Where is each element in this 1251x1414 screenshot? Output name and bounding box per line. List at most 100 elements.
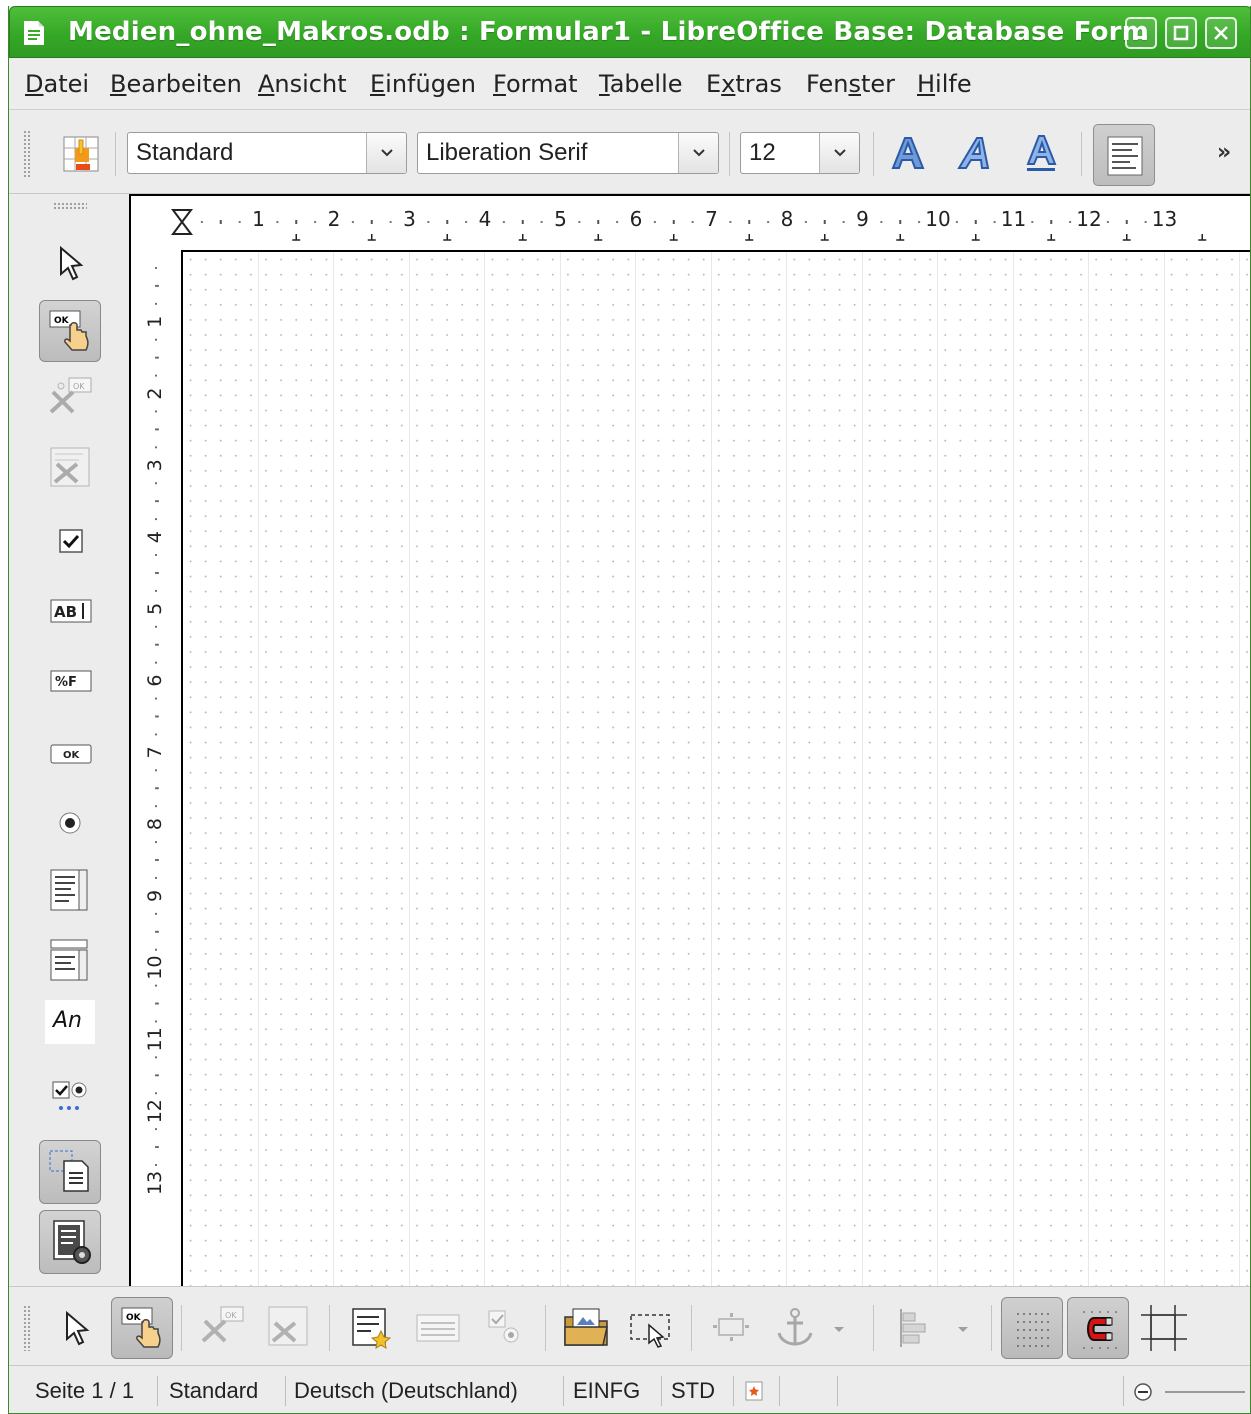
font-name-value: Liberation Serif <box>426 139 588 166</box>
ruler-tick <box>899 220 902 224</box>
horizontal-ruler[interactable]: 1 2 3 4 5 6 7 8 9 10 11 12 13 <box>131 196 1251 250</box>
menu-bearbeiten[interactable]: Bearbeiten <box>110 70 242 98</box>
menu-ansicht[interactable]: Ansicht <box>258 70 347 98</box>
underline-icon[interactable] <box>1019 132 1063 176</box>
chevron-down-icon[interactable] <box>678 133 718 173</box>
ruler-tick <box>155 571 159 574</box>
menu-einfuegen[interactable]: Einfügen <box>370 70 476 98</box>
minimize-icon[interactable] <box>1125 17 1157 49</box>
align-icon[interactable] <box>883 1297 945 1359</box>
anchor-icon[interactable] <box>765 1297 827 1359</box>
control-properties-icon[interactable]: OK <box>39 368 101 430</box>
more-controls-icon[interactable] <box>39 1064 101 1126</box>
ruler-tick <box>351 221 354 223</box>
menu-format[interactable]: Format <box>493 70 578 98</box>
toolbar-grip[interactable] <box>23 1305 31 1351</box>
align-left-icon[interactable] <box>1093 124 1155 186</box>
control-properties-icon[interactable]: OK <box>191 1297 253 1359</box>
ruler-tick <box>155 284 159 287</box>
tab-stop-marker <box>896 234 905 241</box>
toolbox-grip[interactable] <box>53 202 87 210</box>
document-modified-icon[interactable] <box>743 1380 765 1402</box>
toolbar-overflow-button[interactable]: » <box>1217 140 1231 165</box>
font-name-combo[interactable]: Liberation Serif <box>417 132 719 174</box>
menu-datei[interactable]: Datei <box>25 70 89 98</box>
form-properties-icon[interactable] <box>257 1297 319 1359</box>
status-style[interactable]: Standard <box>169 1378 258 1404</box>
menu-tabelle[interactable]: Tabelle <box>599 70 683 98</box>
status-selection-mode[interactable]: STD <box>671 1378 715 1404</box>
ruler-tick-label: 12 <box>1076 207 1101 231</box>
align-dropdown-icon[interactable] <box>953 1297 973 1359</box>
checkbox-icon[interactable] <box>39 510 101 572</box>
ruler-tick <box>155 1092 157 1095</box>
push-button-icon[interactable]: OK <box>39 722 101 784</box>
italic-icon[interactable] <box>953 132 997 176</box>
bold-icon[interactable] <box>885 132 929 176</box>
document-icon <box>22 20 46 46</box>
label-field-icon[interactable]: An <box>45 1000 95 1044</box>
ruler-tick <box>521 220 524 224</box>
ruler-tick <box>842 221 845 223</box>
ruler-tick <box>155 446 157 449</box>
font-size-combo[interactable]: 12 <box>740 132 860 174</box>
ruler-tick-label: 13 <box>144 1171 166 1195</box>
svg-text:OK: OK <box>126 1313 142 1323</box>
ruler-tick-label: 8 <box>781 207 794 231</box>
svg-text:OK: OK <box>225 1311 237 1320</box>
design-mode-icon[interactable]: OK <box>39 300 101 362</box>
chevron-down-icon[interactable] <box>819 133 859 173</box>
menu-hilfe[interactable]: Hilfe <box>917 70 972 98</box>
list-box-icon[interactable] <box>39 858 101 920</box>
close-icon[interactable] <box>1205 17 1237 49</box>
form-design-toolbar-icon[interactable] <box>39 1140 101 1204</box>
zoom-slider[interactable] <box>1165 1391 1245 1393</box>
tab-order-icon[interactable] <box>407 1297 469 1359</box>
ruler-tick <box>155 930 159 933</box>
maximize-icon[interactable] <box>1165 17 1197 49</box>
formatted-field-icon[interactable]: %F <box>39 650 101 712</box>
title-bar[interactable]: Medien_ohne_Makros.odb : Formular1 - Lib… <box>9 6 1250 58</box>
tab-stop-marker <box>669 234 678 241</box>
design-mode-icon[interactable]: OK <box>111 1297 173 1359</box>
toolbar-grip[interactable] <box>23 130 31 178</box>
form-navigator-icon[interactable] <box>341 1297 403 1359</box>
form-design-canvas[interactable] <box>181 250 1250 1288</box>
label-field-text: An <box>53 1008 82 1033</box>
select-icon[interactable] <box>39 232 101 294</box>
anchor-dropdown-icon[interactable] <box>829 1297 849 1359</box>
ruler-tick <box>219 220 222 224</box>
chevron-down-icon[interactable] <box>366 133 406 173</box>
status-page[interactable]: Seite 1 / 1 <box>35 1378 134 1404</box>
svg-text:%F: %F <box>55 675 77 690</box>
ruler-tick-label: 13 <box>1152 207 1177 231</box>
grid-icon[interactable] <box>1001 1297 1063 1359</box>
tab-stop-marker <box>518 234 527 241</box>
form-properties-icon[interactable] <box>39 438 101 500</box>
snap-to-grid-icon[interactable] <box>1067 1297 1129 1359</box>
zoom-out-icon[interactable] <box>1133 1382 1153 1402</box>
ruler-tick <box>155 697 157 700</box>
text-box-icon[interactable]: AB <box>39 580 101 642</box>
vertical-ruler[interactable]: 12345678910111213 <box>131 250 181 1288</box>
status-insert-mode[interactable]: EINFG <box>573 1378 640 1404</box>
wizards-icon[interactable] <box>39 1210 101 1274</box>
left-indent-marker[interactable] <box>171 209 193 235</box>
menu-fenster[interactable]: Fenster <box>806 70 895 98</box>
automatic-control-focus-icon[interactable] <box>621 1297 683 1359</box>
ruler-tick <box>155 1074 159 1077</box>
status-language[interactable]: Deutsch (Deutschland) <box>294 1378 518 1404</box>
position-size-icon[interactable] <box>701 1297 763 1359</box>
ruler-tick <box>389 221 392 223</box>
paragraph-style-combo[interactable]: Standard <box>127 132 407 174</box>
add-field-icon[interactable] <box>555 1297 617 1359</box>
form-design-icon[interactable] <box>61 134 101 174</box>
option-button-icon[interactable] <box>39 792 101 854</box>
ruler-tick <box>155 589 157 592</box>
guides-icon[interactable] <box>1133 1297 1195 1359</box>
menu-extras[interactable]: Extras <box>706 70 782 98</box>
ruler-tick-label: 6 <box>144 675 166 687</box>
combo-box-icon[interactable] <box>39 928 101 990</box>
activation-order-icon[interactable] <box>473 1297 535 1359</box>
select-icon[interactable] <box>45 1297 107 1359</box>
